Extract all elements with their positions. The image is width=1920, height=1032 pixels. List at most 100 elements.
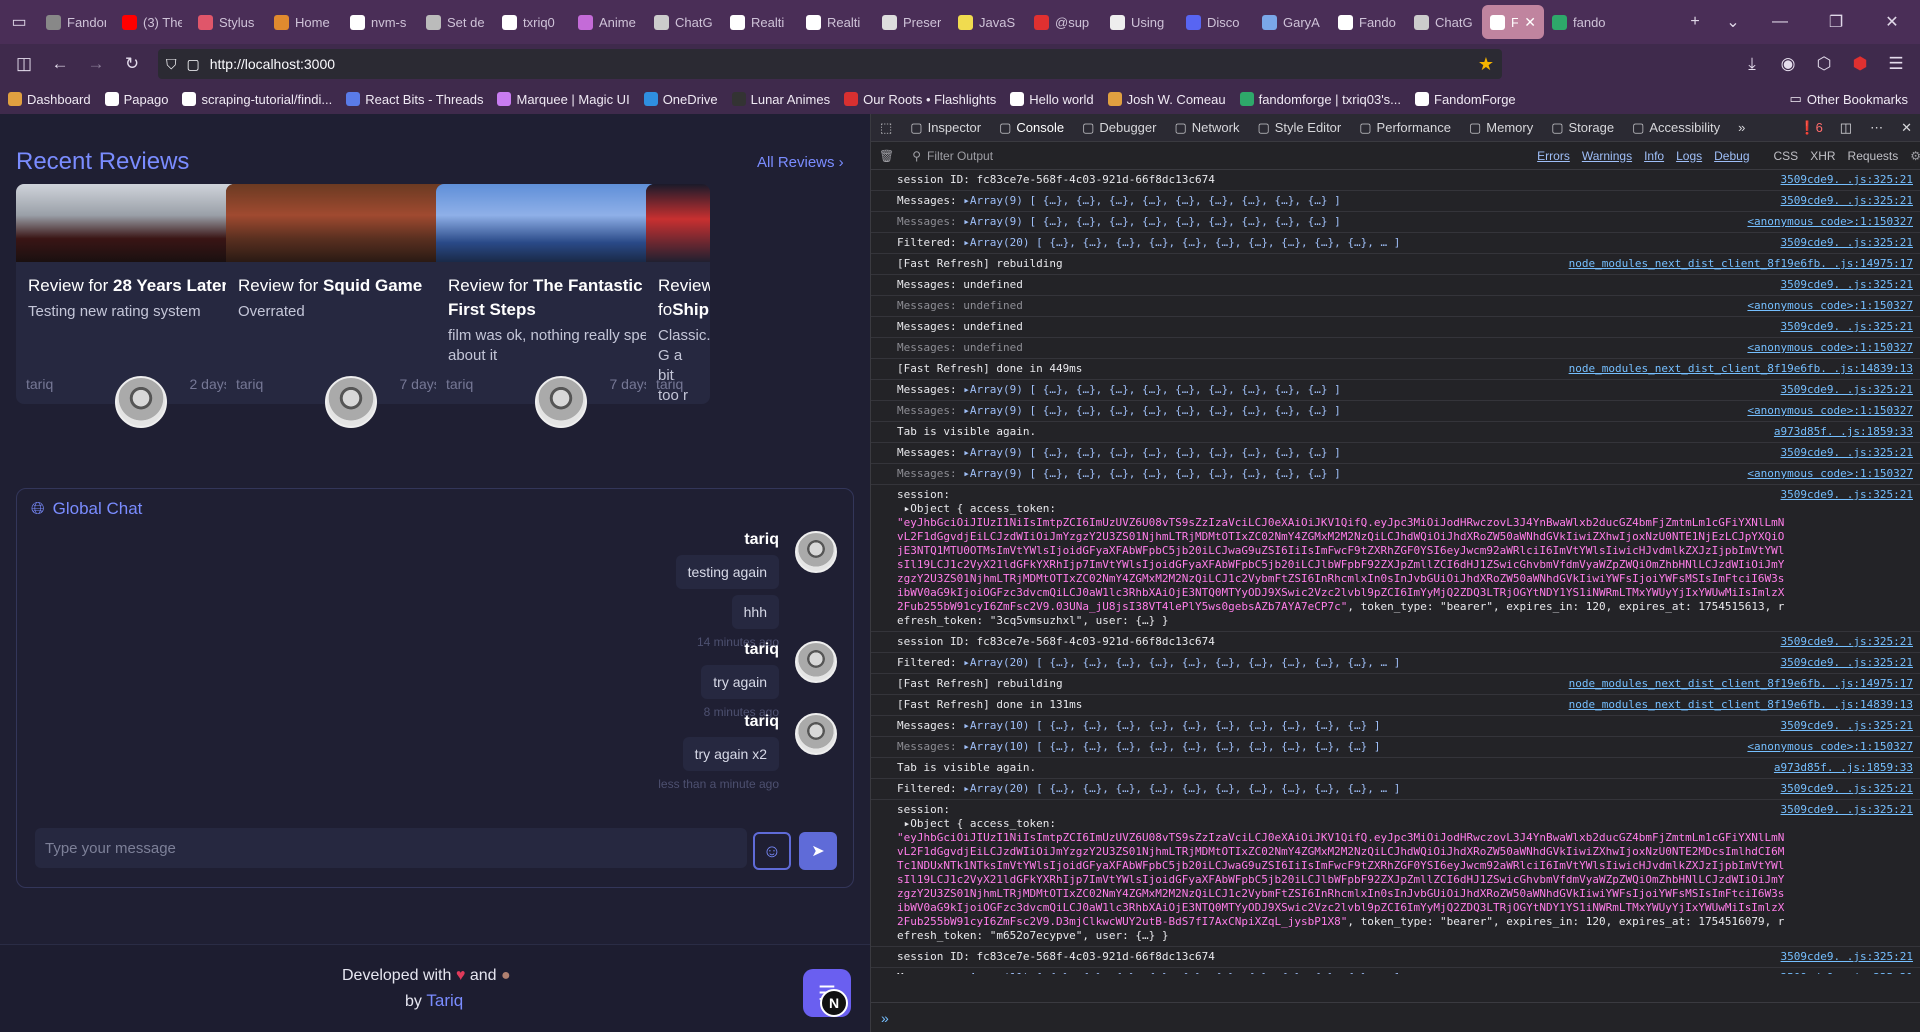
- console-settings-icon[interactable]: ⚙: [1910, 149, 1920, 163]
- console-source-link[interactable]: 3509cde9. .js:325:21: [1781, 173, 1913, 187]
- send-button[interactable]: ➤: [799, 832, 837, 870]
- console-array[interactable]: ▸Array(11) [ {…}, {…}, {…}, {…}, {…}, {……: [963, 971, 1400, 974]
- tab-overview-icon[interactable]: ▭: [0, 0, 38, 44]
- console-source-link[interactable]: 3509cde9. .js:325:21: [1781, 488, 1913, 502]
- bookmark-item[interactable]: OneDrive: [643, 92, 718, 107]
- bookmark-item[interactable]: React Bits - Threads: [346, 92, 483, 107]
- browser-tab[interactable]: Disco: [1178, 5, 1254, 39]
- error-count-badge[interactable]: ❗6: [1791, 120, 1830, 136]
- console-source-link[interactable]: <anonymous code>:1:150327: [1747, 740, 1913, 754]
- message-avatar[interactable]: [795, 713, 837, 755]
- bookmark-item[interactable]: fandomforge | txriq03's...: [1239, 92, 1401, 107]
- close-window-icon[interactable]: ✕: [1864, 0, 1920, 44]
- dock-icon[interactable]: ◫: [1831, 114, 1861, 142]
- browser-tab[interactable]: Realti: [798, 5, 874, 39]
- console-array[interactable]: ▸Array(9) [ {…}, {…}, {…}, {…}, {…}, {…}…: [963, 467, 1341, 480]
- url-bar[interactable]: ⛉ ▢ http://localhost:3000 ★: [158, 49, 1502, 79]
- log-level-toggle[interactable]: Debug: [1708, 147, 1755, 165]
- browser-tab[interactable]: nvm-s: [342, 5, 418, 39]
- extra-filter-toggle[interactable]: Requests: [1842, 147, 1905, 165]
- browser-tab[interactable]: Preser: [874, 5, 950, 39]
- browser-tab[interactable]: @sup: [1026, 5, 1102, 39]
- console-source-link[interactable]: node_modules_next_dist_client_8f19e6fb. …: [1569, 257, 1913, 271]
- browser-tab[interactable]: Fando: [1330, 5, 1406, 39]
- bookmark-item[interactable]: Papago: [104, 92, 168, 107]
- console-source-link[interactable]: a973d85f. .js:1859:33: [1774, 425, 1913, 439]
- element-picker-icon[interactable]: ⬚: [871, 114, 901, 142]
- browser-tab[interactable]: Stylus: [190, 5, 266, 39]
- extra-filter-toggle[interactable]: CSS: [1768, 147, 1805, 165]
- new-tab-icon[interactable]: +: [1676, 0, 1714, 44]
- reviewer-avatar[interactable]: [325, 376, 377, 428]
- message-avatar[interactable]: [795, 531, 837, 573]
- console-source-link[interactable]: <anonymous code>:1:150327: [1747, 341, 1913, 355]
- browser-tab[interactable]: fando: [1544, 5, 1620, 39]
- tab-list-icon[interactable]: ⌄: [1714, 0, 1752, 44]
- browser-tab[interactable]: Set de: [418, 5, 494, 39]
- console-array[interactable]: ▸Array(9) [ {…}, {…}, {…}, {…}, {…}, {…}…: [963, 215, 1341, 228]
- console-array[interactable]: ▸Array(10) [ {…}, {…}, {…}, {…}, {…}, {……: [963, 740, 1380, 753]
- menu-icon[interactable]: ☰: [1878, 48, 1914, 80]
- console-source-link[interactable]: node_modules_next_dist_client_8f19e6fb. …: [1569, 362, 1913, 376]
- url-text[interactable]: http://localhost:3000: [210, 56, 335, 72]
- sidebar-toggle-icon[interactable]: ◫: [6, 48, 42, 80]
- close-devtools-icon[interactable]: ✕: [1892, 114, 1920, 142]
- console-array[interactable]: ▸Array(9) [ {…}, {…}, {…}, {…}, {…}, {…}…: [963, 194, 1341, 207]
- reviewer-avatar[interactable]: [115, 376, 167, 428]
- console-source-link[interactable]: 3509cde9. .js:325:21: [1781, 803, 1913, 817]
- devtools-tab[interactable]: ▢ Style Editor: [1248, 114, 1350, 142]
- browser-tab[interactable]: Anime: [570, 5, 646, 39]
- bookmark-item[interactable]: Marquee | Magic UI: [497, 92, 630, 107]
- console-source-link[interactable]: <anonymous code>:1:150327: [1747, 404, 1913, 418]
- browser-tab[interactable]: Using: [1102, 5, 1178, 39]
- console-input[interactable]: »: [871, 1002, 1920, 1032]
- console-source-link[interactable]: 3509cde9. .js:325:21: [1781, 782, 1913, 796]
- log-level-toggle[interactable]: Warnings: [1576, 147, 1638, 165]
- console-source-link[interactable]: a973d85f. .js:1859:33: [1774, 761, 1913, 775]
- emoji-button[interactable]: ☺: [753, 832, 791, 870]
- console-source-link[interactable]: 3509cde9. .js:325:21: [1781, 446, 1913, 460]
- reload-icon[interactable]: ↻: [114, 48, 150, 80]
- author-link[interactable]: Tariq: [426, 991, 463, 1010]
- extra-filter-toggle[interactable]: XHR: [1804, 147, 1841, 165]
- console-array[interactable]: ▸Array(9) [ {…}, {…}, {…}, {…}, {…}, {…}…: [963, 383, 1341, 396]
- next-dev-badge[interactable]: N: [820, 989, 848, 1017]
- bookmark-item[interactable]: Lunar Animes: [731, 92, 830, 107]
- console-source-link[interactable]: 3509cde9. .js:325:21: [1781, 194, 1913, 208]
- forward-icon[interactable]: →: [78, 48, 114, 80]
- console-source-link[interactable]: 3509cde9. .js:325:21: [1781, 656, 1913, 670]
- minimize-icon[interactable]: —: [1752, 0, 1808, 44]
- bookmark-star-icon[interactable]: ★: [1478, 54, 1494, 75]
- console-array[interactable]: ▸Array(9) [ {…}, {…}, {…}, {…}, {…}, {…}…: [963, 404, 1341, 417]
- bookmark-item[interactable]: Josh W. Comeau: [1107, 92, 1226, 107]
- filter-output-input[interactable]: ⚲ Filter Output: [912, 149, 1531, 163]
- devtools-tab[interactable]: ▢ Storage: [1542, 114, 1623, 142]
- log-level-toggle[interactable]: Info: [1638, 147, 1670, 165]
- reviewer-avatar[interactable]: [535, 376, 587, 428]
- restore-icon[interactable]: ❐: [1808, 0, 1864, 44]
- bookmark-item[interactable]: Our Roots • Flashlights: [844, 92, 996, 107]
- message-avatar[interactable]: [795, 641, 837, 683]
- page-info-icon[interactable]: ▢: [187, 56, 200, 73]
- console-source-link[interactable]: 3509cde9. .js:325:21: [1781, 950, 1913, 964]
- devtools-tab[interactable]: ▢ Inspector: [901, 114, 990, 142]
- devtools-tab[interactable]: ▢ Debugger: [1073, 114, 1165, 142]
- console-array[interactable]: ▸Array(20) [ {…}, {…}, {…}, {…}, {…}, {……: [963, 782, 1400, 795]
- browser-tab[interactable]: Home: [266, 5, 342, 39]
- console-source-link[interactable]: <anonymous code>:1:150327: [1747, 215, 1913, 229]
- browser-tab[interactable]: Realti: [722, 5, 798, 39]
- log-level-toggle[interactable]: Logs: [1670, 147, 1708, 165]
- browser-tab[interactable]: JavaS: [950, 5, 1026, 39]
- ublock-icon[interactable]: ⬢: [1842, 48, 1878, 80]
- account-icon[interactable]: ◉: [1770, 48, 1806, 80]
- devtools-tab[interactable]: ▢ Network: [1165, 114, 1248, 142]
- bookmark-item[interactable]: Hello world: [1010, 92, 1094, 107]
- console-source-link[interactable]: node_modules_next_dist_client_8f19e6fb. …: [1569, 698, 1913, 712]
- trash-icon[interactable]: 🗑︎: [879, 149, 894, 163]
- chat-message-input[interactable]: Type your message: [35, 828, 747, 868]
- bookmark-item[interactable]: scraping-tutorial/findi...: [182, 92, 332, 107]
- console-array[interactable]: ▸Array(9) [ {…}, {…}, {…}, {…}, {…}, {…}…: [963, 446, 1341, 459]
- console-array[interactable]: ▸Array(10) [ {…}, {…}, {…}, {…}, {…}, {……: [963, 719, 1380, 732]
- log-level-toggle[interactable]: Errors: [1531, 147, 1576, 165]
- more-tabs-icon[interactable]: »: [1729, 114, 1754, 142]
